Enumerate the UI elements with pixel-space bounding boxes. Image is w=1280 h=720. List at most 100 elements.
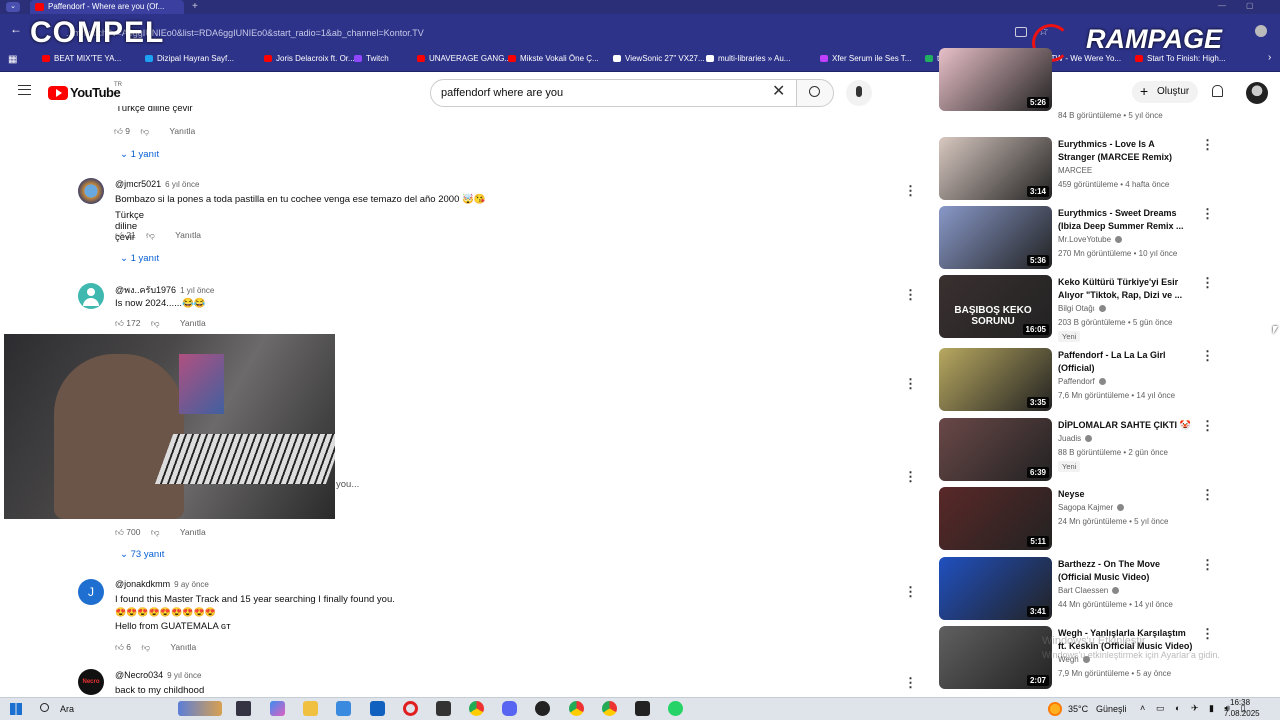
- video-title[interactable]: Eurythmics - Sweet Dreams (Ibiza Deep Su…: [1058, 207, 1193, 233]
- comment-author[interactable]: @พง..ครับ1976 1 yıl önce: [115, 283, 214, 297]
- view-replies-button[interactable]: ⌄ 1 yanıt: [120, 253, 159, 264]
- sidebar-video-item[interactable]: 3:41 Barthezz - On The Move (Official Mus…: [939, 557, 1214, 621]
- voice-search-button[interactable]: [846, 80, 872, 106]
- video-title[interactable]: Keko Kültürü Türkiye'yi Esir Alıyor "Tik…: [1058, 276, 1193, 302]
- minimize-icon[interactable]: —: [1218, 0, 1226, 12]
- new-tab-button[interactable]: +: [192, 0, 198, 13]
- sidebar-video-item[interactable]: 6:39 DİPLOMALAR SAHTE ÇIKTI 🤡 Juadis 88 B g…: [939, 418, 1214, 482]
- video-channel[interactable]: Juadis: [1058, 434, 1093, 443]
- video-thumbnail[interactable]: 5:11: [939, 487, 1052, 550]
- sidebar-video-item[interactable]: 3:35 Paffendorf - La La La Girl (Official…: [939, 348, 1214, 412]
- video-menu-icon[interactable]: ⋮: [1201, 138, 1214, 151]
- account-avatar[interactable]: [1246, 82, 1268, 104]
- bookmark-item[interactable]: Mikste Vokali Öne Ç...: [508, 52, 599, 66]
- bookmark-item[interactable]: BEAT MIX'TE YA...: [42, 52, 121, 66]
- back-icon[interactable]: ←: [10, 22, 22, 36]
- video-thumbnail[interactable]: BAŞIBOŞ KEKO SORUNU 16:05: [939, 275, 1052, 338]
- comment-menu-icon[interactable]: ⋮: [904, 377, 917, 391]
- dislike-icon[interactable]: 👎︎: [151, 318, 160, 328]
- like-icon[interactable]: 👍︎: [114, 126, 123, 136]
- url-field[interactable]: ...m/watch?v=A6ggIUNIEo0&list=RDA6ggIUNI…: [50, 22, 1030, 44]
- maximize-icon[interactable]: ▢: [1246, 0, 1254, 12]
- sidebar-video-item[interactable]: BAŞIBOŞ KEKO SORUNU 16:05 Keko Kültürü Tür…: [939, 275, 1214, 342]
- tab-list-icon[interactable]: ⌄: [6, 2, 20, 12]
- menu-icon[interactable]: [18, 85, 31, 95]
- dislike-icon[interactable]: 👎︎: [140, 126, 149, 136]
- video-thumbnail[interactable]: 2:07: [939, 626, 1052, 689]
- video-thumbnail[interactable]: 6:39: [939, 418, 1052, 481]
- dislike-icon[interactable]: 👎︎: [151, 527, 160, 537]
- view-replies-button[interactable]: ⌄ 1 yanıt: [120, 149, 159, 160]
- clear-search-icon[interactable]: ✕: [772, 81, 785, 101]
- comment-menu-icon[interactable]: ⋮: [904, 470, 917, 484]
- reply-button[interactable]: Yanıtla: [169, 126, 195, 136]
- chrome-icon[interactable]: [602, 701, 617, 716]
- file-explorer-icon[interactable]: [303, 701, 318, 716]
- bookmark-item[interactable]: Twitch: [354, 52, 389, 66]
- like-icon[interactable]: 👍︎: [115, 527, 124, 537]
- live-app-icon[interactable]: [635, 701, 650, 716]
- sidebar-video-item[interactable]: 5:26 84 B görüntüleme • 5 yıl önce: [939, 48, 1209, 120]
- reply-button[interactable]: Yanıtla: [170, 642, 196, 652]
- sidebar-video-item[interactable]: 5:36 Eurythmics - Sweet Dreams (Ibiza Dee…: [939, 206, 1214, 270]
- video-menu-icon[interactable]: ⋮: [1201, 419, 1214, 432]
- video-menu-icon[interactable]: ⋮: [1201, 488, 1214, 501]
- avatar[interactable]: Necro: [78, 669, 104, 695]
- whatsapp-icon[interactable]: [668, 701, 683, 716]
- taskbar-search-label[interactable]: Ara: [60, 704, 74, 714]
- like-icon[interactable]: 👍︎: [115, 230, 124, 240]
- sidebar-video-item[interactable]: 3:14 Eurythmics - Love Is A Stranger (MAR…: [939, 137, 1214, 201]
- taskbar-search-icon[interactable]: [40, 703, 49, 712]
- discord-icon[interactable]: [502, 701, 517, 716]
- video-channel[interactable]: Mr.LoveYotube: [1058, 235, 1123, 244]
- comment-menu-icon[interactable]: ⋮: [904, 585, 917, 599]
- clock-date[interactable]: 7.08.2025: [1224, 709, 1260, 718]
- view-replies-button[interactable]: ⌄ 73 yanıt: [120, 549, 164, 560]
- cast-icon[interactable]: [1015, 27, 1027, 37]
- video-menu-icon[interactable]: ⋮: [1201, 627, 1214, 640]
- video-channel[interactable]: Bart Claessen: [1058, 586, 1120, 595]
- video-menu-icon[interactable]: ⋮: [1201, 349, 1214, 362]
- notifications-icon[interactable]: [1212, 85, 1223, 97]
- comment-menu-icon[interactable]: ⋮: [904, 288, 917, 302]
- reply-button[interactable]: Yanıtla: [175, 230, 201, 240]
- search-input[interactable]: paffendorf where are you: [430, 79, 800, 107]
- video-thumbnail[interactable]: 3:41: [939, 557, 1052, 620]
- copilot-icon[interactable]: [270, 701, 285, 716]
- comment-author[interactable]: @jmcr5021 6 yıl önce: [115, 179, 199, 189]
- chrome-icon[interactable]: [469, 701, 484, 716]
- app-icon[interactable]: [535, 701, 550, 716]
- video-menu-icon[interactable]: ⋮: [1201, 276, 1214, 289]
- video-title[interactable]: DİPLOMALAR SAHTE ÇIKTI 🤡: [1058, 419, 1193, 432]
- comment-menu-icon[interactable]: ⋮: [904, 184, 917, 198]
- video-thumbnail[interactable]: 5:26: [939, 48, 1052, 111]
- dislike-icon[interactable]: 👎︎: [141, 642, 150, 652]
- clock-time[interactable]: 16:38: [1230, 698, 1250, 707]
- video-channel[interactable]: Sagopa Kajmer: [1058, 503, 1125, 512]
- browser-tab[interactable]: Paffendorf - Where are you (Of...: [30, 0, 184, 14]
- avatar[interactable]: J: [78, 579, 104, 605]
- comment-menu-icon[interactable]: ⋮: [904, 676, 917, 690]
- bookmark-item[interactable]: Joris Delacroix ft. Or...: [264, 52, 355, 66]
- taskbar-widget-icon[interactable]: [178, 701, 222, 716]
- start-icon[interactable]: [10, 703, 22, 715]
- youtube-logo[interactable]: YouTube TR: [48, 82, 168, 101]
- like-icon[interactable]: 👍︎: [115, 318, 124, 328]
- comment-author[interactable]: @jonakdkmm 9 ay önce: [115, 579, 209, 589]
- bookmark-item[interactable]: UNAVERAGE GANG...: [417, 52, 511, 66]
- chrome-icon[interactable]: [569, 701, 584, 716]
- weather-desc[interactable]: Güneşli: [1096, 704, 1127, 714]
- app-icon[interactable]: [436, 701, 451, 716]
- search-button[interactable]: [796, 79, 834, 107]
- video-title[interactable]: Barthezz - On The Move (Official Music V…: [1058, 558, 1193, 584]
- comment-translate-link[interactable]: Türkçe diline çevir: [116, 106, 193, 116]
- video-menu-icon[interactable]: ⋮: [1201, 207, 1214, 220]
- comment-author[interactable]: @Necro034 9 yıl önce: [115, 670, 201, 680]
- dislike-icon[interactable]: 👎︎: [146, 230, 155, 240]
- avatar[interactable]: [78, 178, 104, 204]
- bookmark-item[interactable]: multi-libraries » Au...: [706, 52, 790, 66]
- video-menu-icon[interactable]: ⋮: [1201, 558, 1214, 571]
- bookmark-item[interactable]: Dizipal Hayran Sayf...: [145, 52, 234, 66]
- video-thumbnail[interactable]: 3:14: [939, 137, 1052, 200]
- video-title[interactable]: Paffendorf - La La La Girl (Official): [1058, 349, 1193, 375]
